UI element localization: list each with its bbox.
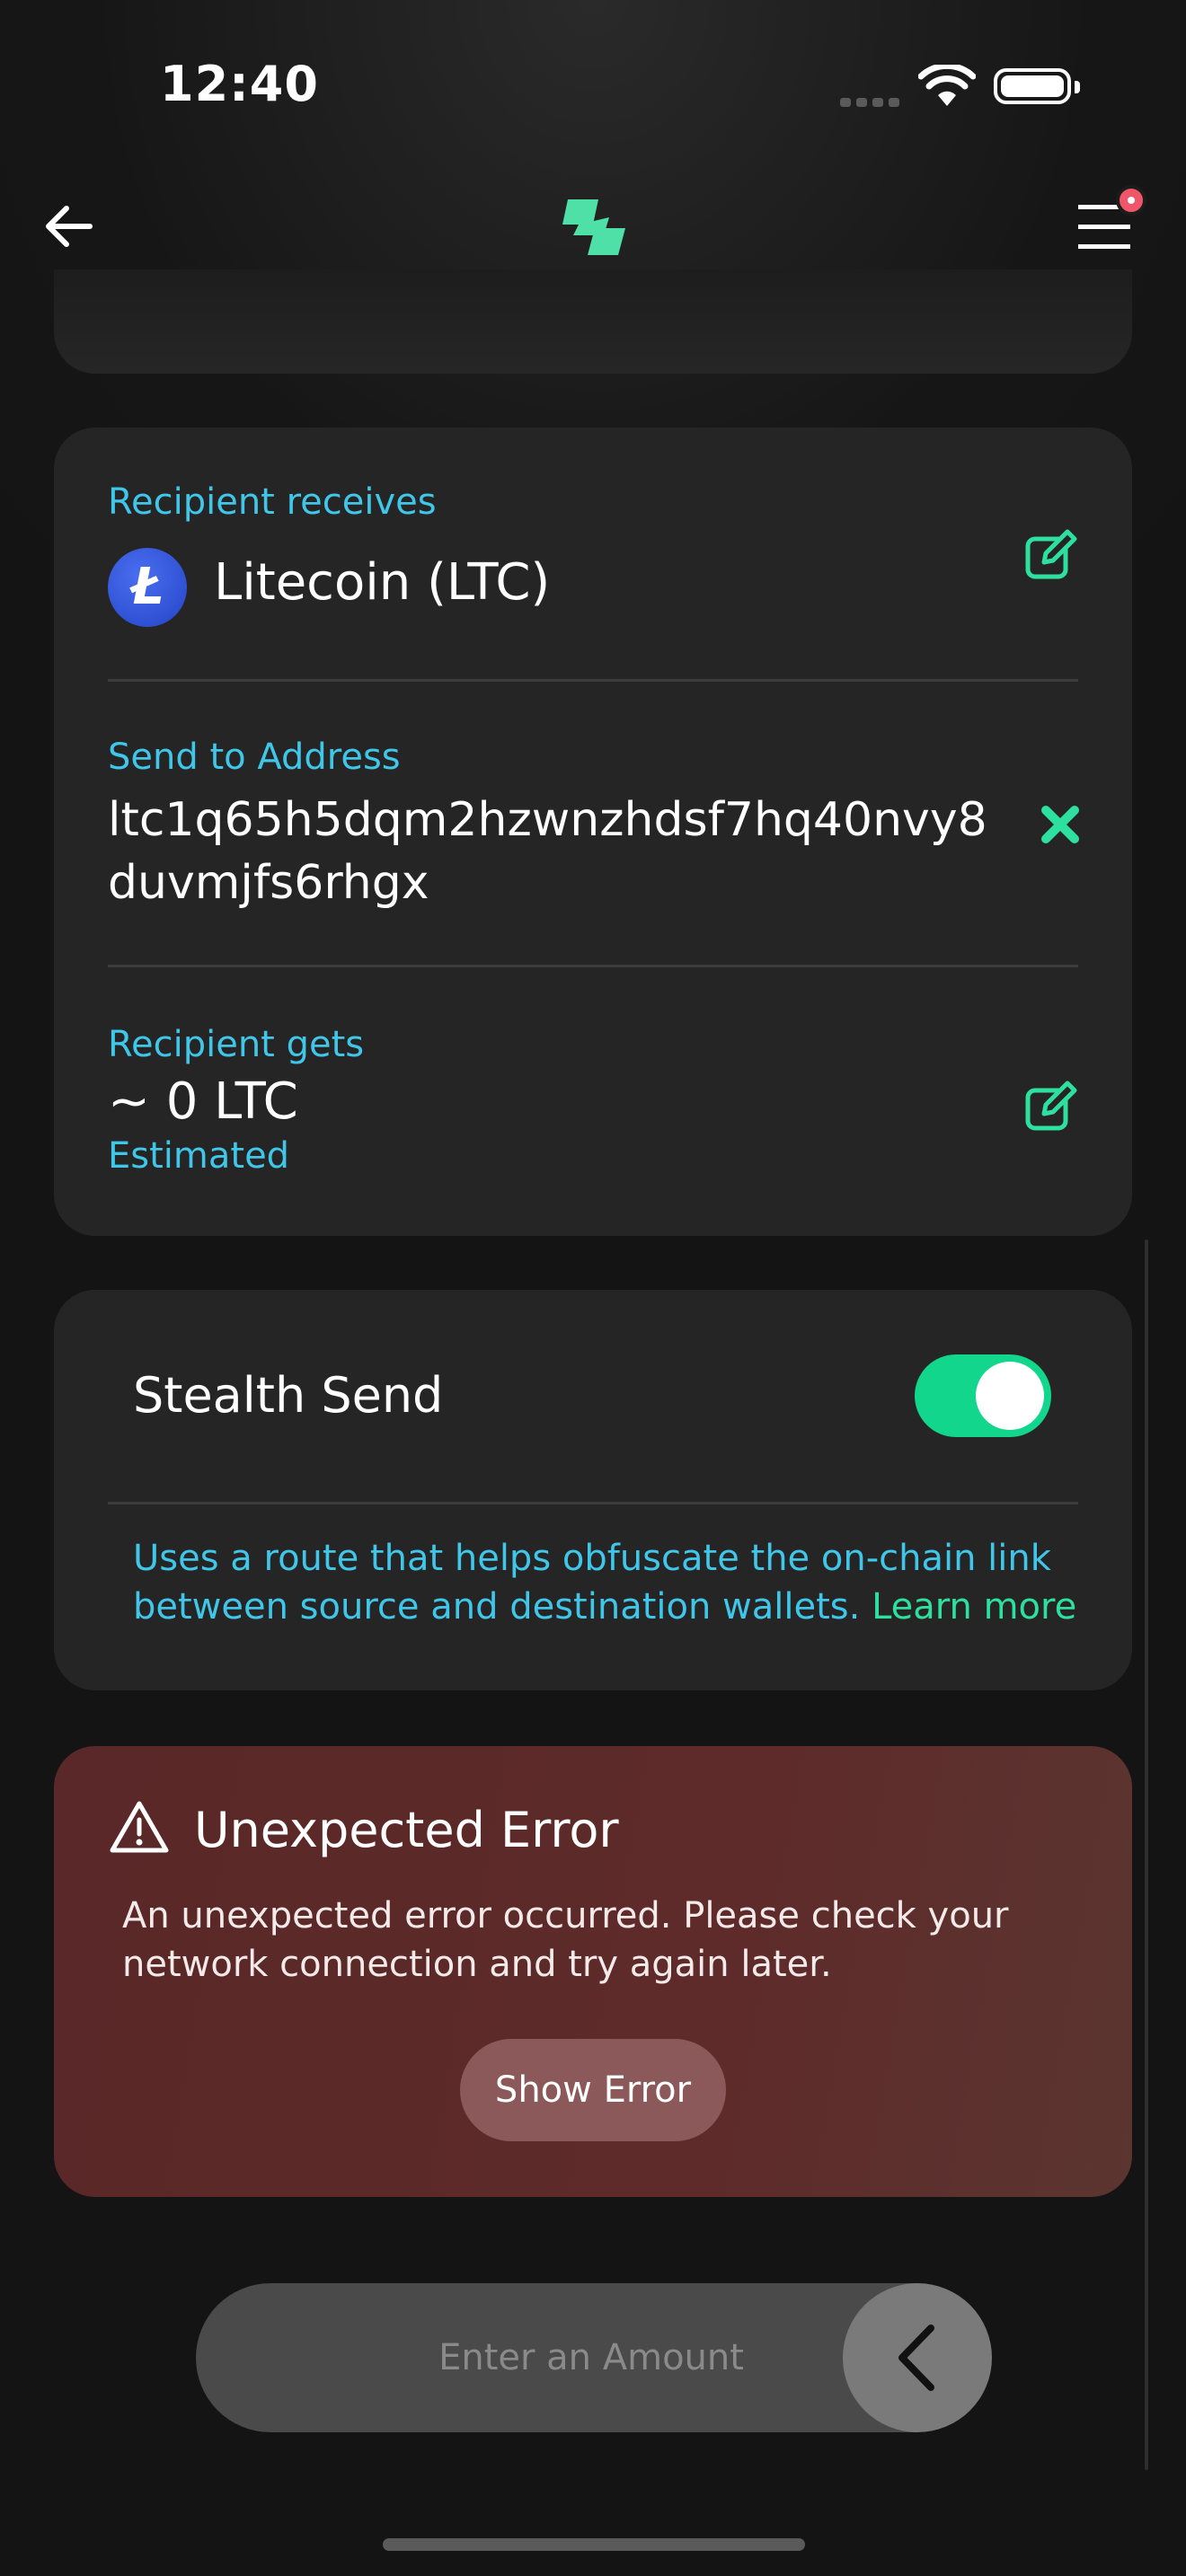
error-card: Unexpected Error An unexpected error occ…: [54, 1746, 1132, 2197]
coin-name[interactable]: Litecoin (LTC): [214, 553, 550, 612]
stealth-send-toggle[interactable]: [915, 1354, 1051, 1437]
recipient-gets-label: Recipient gets: [108, 1024, 365, 1065]
previous-card: [54, 269, 1132, 374]
stealth-send-card: Stealth Send Uses a route that helps obf…: [54, 1290, 1132, 1690]
divider: [108, 679, 1078, 682]
toggle-knob: [976, 1362, 1044, 1430]
estimated-label: Estimated: [108, 1135, 290, 1177]
recipient-receives-label: Recipient receives: [108, 481, 437, 523]
address-value[interactable]: ltc1q65h5dqm2hzwnzhdsf7hq40nvy8 duvmjfs6…: [108, 789, 987, 914]
error-message: An unexpected error occurred. Please che…: [122, 1895, 1009, 1985]
clear-address-icon[interactable]: [1039, 803, 1082, 846]
status-time: 12:40: [160, 56, 319, 112]
litecoin-icon: Ł: [108, 548, 187, 627]
battery-icon: [994, 68, 1080, 104]
recipient-gets-value: ~ 0 LTC: [108, 1072, 298, 1131]
show-error-button[interactable]: Show Error: [460, 2039, 726, 2141]
address-line-1: ltc1q65h5dqm2hzwnzhdsf7hq40nvy8: [108, 793, 987, 847]
wifi-icon: [918, 65, 976, 106]
amount-submit-button[interactable]: [843, 2283, 992, 2432]
coin-symbol-letter: Ł: [130, 558, 164, 616]
back-arrow-icon[interactable]: [41, 198, 99, 255]
recipient-card: Recipient receives Ł Litecoin (LTC) Send…: [54, 428, 1132, 1236]
edit-icon[interactable]: [1024, 1078, 1078, 1132]
divider: [108, 965, 1078, 967]
warning-triangle-icon: [110, 1801, 169, 1853]
notification-badge: [1116, 185, 1146, 216]
stealth-description: Uses a route that helps obfuscate the on…: [133, 1534, 1085, 1631]
error-title: Unexpected Error: [194, 1802, 619, 1858]
status-bar: 12:40: [0, 0, 1186, 171]
scrollbar[interactable]: [1145, 1239, 1148, 2470]
divider: [108, 1502, 1078, 1504]
learn-more-link[interactable]: Learn more: [872, 1586, 1076, 1628]
edit-icon[interactable]: [1024, 526, 1078, 580]
app-logo-icon: [562, 199, 625, 255]
cellular-signal-icon: [840, 93, 905, 110]
address-line-2: duvmjfs6rhgx: [108, 856, 429, 910]
stealth-send-title: Stealth Send: [133, 1367, 444, 1424]
chevron-left-icon: [898, 2325, 934, 2391]
send-to-address-label: Send to Address: [108, 737, 401, 778]
home-indicator[interactable]: [383, 2538, 805, 2551]
